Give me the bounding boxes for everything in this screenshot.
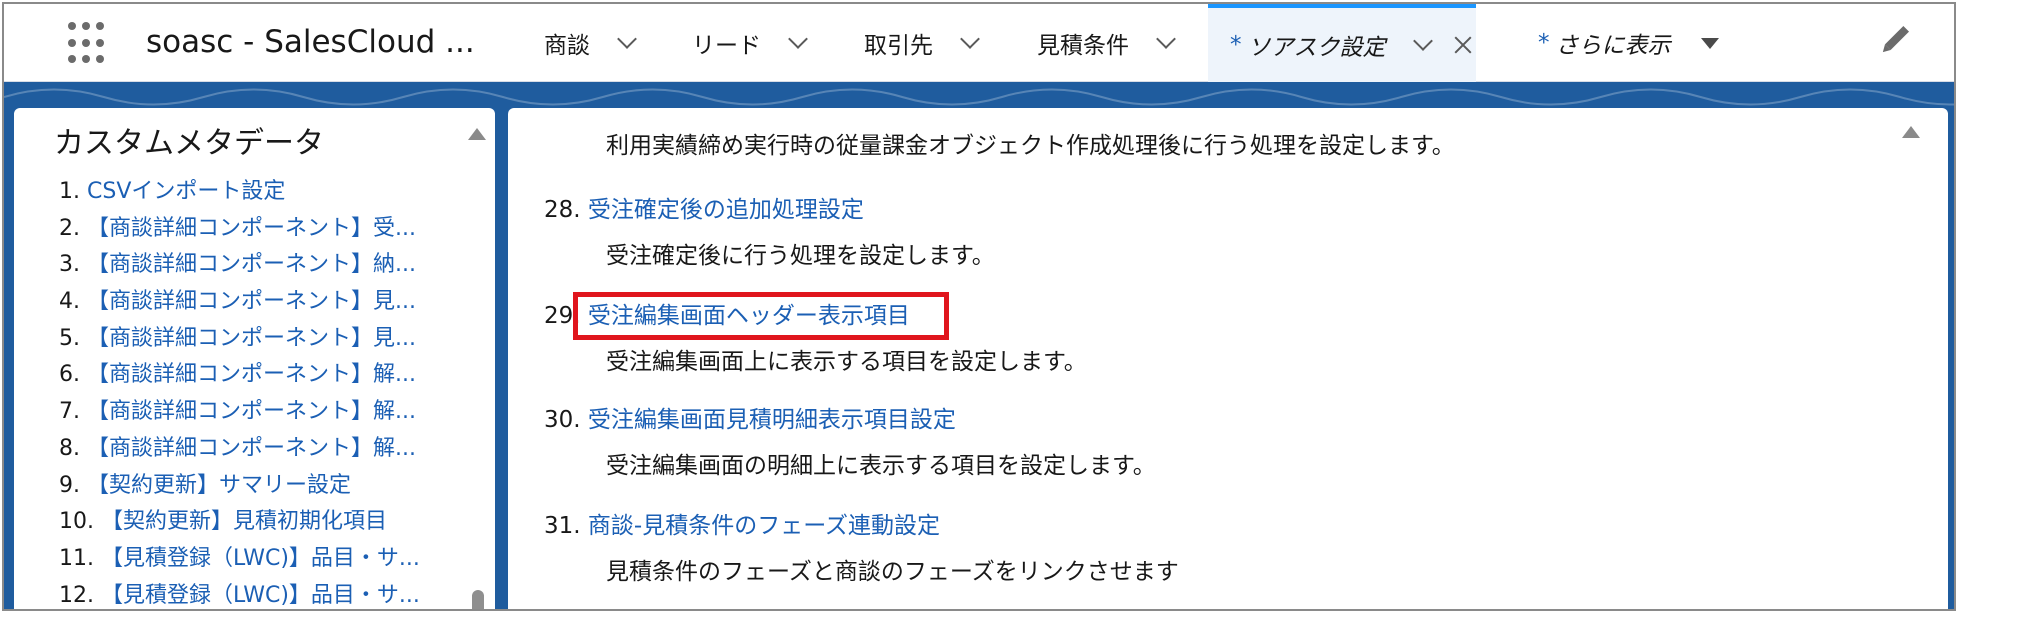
tab-lead[interactable]: リード xyxy=(692,4,808,82)
item-link[interactable]: 【商談詳細コンポーネント】解... xyxy=(87,362,416,387)
list-item[interactable]: 4. 【商談詳細コンポーネント】見... xyxy=(59,284,420,321)
item-description: 見積条件のフェーズと商談のフェーズをリンクさせます xyxy=(606,559,1179,585)
app-window: soasc - SalesCloud ... 商談 リード 取引先 見積条件 *… xyxy=(2,2,1956,611)
item-link[interactable]: 商談-見積条件のフェーズ連動設定 xyxy=(588,513,940,539)
chevron-down-icon[interactable] xyxy=(1156,29,1176,49)
chevron-down-icon[interactable] xyxy=(617,29,637,49)
more-marker: * xyxy=(1538,30,1550,56)
item-number: 6. xyxy=(59,362,80,388)
list-item[interactable]: 10. 【契約更新】見積初期化項目 xyxy=(59,504,420,541)
scrollbar-thumb[interactable] xyxy=(472,590,484,609)
item-link[interactable]: 【商談詳細コンポーネント】納... xyxy=(87,252,416,277)
item-description: 受注確定後に行う処理を設定します。 xyxy=(606,243,995,269)
item-link[interactable]: 【見積登録（LWC)】品目・サ... xyxy=(101,546,420,571)
item-link[interactable]: 【商談詳細コンポーネント】見... xyxy=(87,326,416,351)
item-number: 12. xyxy=(59,582,94,608)
app-name: soasc - SalesCloud ... xyxy=(146,24,475,60)
tab-label: 商談 xyxy=(544,33,590,59)
list-item[interactable]: 5. 【商談詳細コンポーネント】見... xyxy=(59,321,420,358)
pencil-icon[interactable] xyxy=(1884,25,1910,51)
tab-label: 取引先 xyxy=(864,33,933,59)
list-item[interactable]: 2. 【商談詳細コンポーネント】受... xyxy=(59,211,420,248)
list-item[interactable]: 7. 【商談詳細コンポーネント】解... xyxy=(59,394,420,431)
settings-content-panel: 利用実績締め実行時の従量課金オブジェクト作成処理後に行う処理を設定します。 28… xyxy=(508,108,1948,609)
item-description: 利用実績締め実行時の従量課金オブジェクト作成処理後に行う処理を設定します。 xyxy=(606,133,1455,159)
item-link[interactable]: 【商談詳細コンポーネント】受... xyxy=(87,216,416,241)
list-item[interactable]: 8. 【商談詳細コンポーネント】解... xyxy=(59,431,420,468)
item-number: 5. xyxy=(59,325,80,351)
tab-quote-conditions[interactable]: 見積条件 xyxy=(1037,4,1176,82)
item-link[interactable]: 【契約更新】見積初期化項目 xyxy=(101,509,387,534)
list-item: 31. 商談-見積条件のフェーズ連動設定 見積条件のフェーズと商談のフェーズをリ… xyxy=(544,506,1179,586)
chevron-down-icon[interactable] xyxy=(960,29,980,49)
tab-opportunity[interactable]: 商談 xyxy=(544,4,637,82)
item-number: 9. xyxy=(59,472,80,498)
close-icon[interactable] xyxy=(1452,34,1474,56)
tab-label: リード xyxy=(692,33,761,59)
tab-label: ソアスク設定 xyxy=(1247,35,1386,61)
item-number: 1. xyxy=(59,179,80,204)
highlight-annotation xyxy=(573,292,949,340)
item-description: 受注編集画面上に表示する項目を設定します。 xyxy=(606,349,1087,375)
item-description: 受注編集画面の明細上に表示する項目を設定します。 xyxy=(606,453,1156,479)
list-item[interactable]: 11. 【見積登録（LWC)】品目・サ... xyxy=(59,541,420,578)
list-item[interactable]: 1. CSVインポート設定 xyxy=(59,174,420,211)
tab-account[interactable]: 取引先 xyxy=(864,4,980,82)
item-link[interactable]: 【見積登録（LWC)】品目・サ... xyxy=(101,583,420,608)
scroll-up-icon[interactable] xyxy=(468,128,486,140)
item-link[interactable]: 【商談詳細コンポーネント】解... xyxy=(87,399,416,424)
item-number: 11. xyxy=(59,545,94,571)
list-item[interactable]: 9. 【契約更新】サマリー設定 xyxy=(59,468,420,505)
tab-soasc-settings[interactable]: * ソアスク設定 xyxy=(1208,4,1476,82)
list-item[interactable]: 3. 【商談詳細コンポーネント】納... xyxy=(59,247,420,284)
item-number: 8. xyxy=(59,435,80,461)
item-number: 10. xyxy=(59,509,94,535)
item-number: 30. xyxy=(544,407,581,433)
tab-more[interactable]: * さらに表示 xyxy=(1538,4,1719,82)
item-link[interactable]: 【商談詳細コンポーネント】解... xyxy=(87,436,416,461)
list-item: 30. 受注編集画面見積明細表示項目設定 受注編集画面の明細上に表示する項目を設… xyxy=(544,400,1156,480)
list-item[interactable]: 6. 【商談詳細コンポーネント】解... xyxy=(59,357,420,394)
unsaved-marker: * xyxy=(1230,32,1242,58)
app-launcher-icon[interactable] xyxy=(68,22,112,66)
list-item[interactable]: 12. 【見積登録（LWC)】品目・サ... xyxy=(59,578,420,609)
tab-more-label: さらに表示 xyxy=(1555,33,1671,59)
item-number: 2. xyxy=(59,215,80,241)
tab-label: 見積条件 xyxy=(1037,33,1129,59)
item-number: 4. xyxy=(59,289,80,315)
item-number: 3. xyxy=(59,252,80,278)
item-link[interactable]: 受注編集画面見積明細表示項目設定 xyxy=(588,407,956,433)
list-item: 28. 受注確定後の追加処理設定 受注確定後に行う処理を設定します。 xyxy=(544,190,995,270)
item-link[interactable]: 【商談詳細コンポーネント】見... xyxy=(87,289,416,314)
chevron-down-icon[interactable] xyxy=(788,29,808,49)
scroll-up-icon[interactable] xyxy=(1902,126,1920,138)
item-link[interactable]: 【契約更新】サマリー設定 xyxy=(87,473,351,498)
caret-down-icon[interactable] xyxy=(1700,37,1719,49)
item-link[interactable]: 受注確定後の追加処理設定 xyxy=(588,197,864,223)
item-number: 31. xyxy=(544,513,581,539)
item-number: 7. xyxy=(59,399,80,425)
item-number: 28. xyxy=(544,197,581,223)
custom-metadata-panel: カスタムメタデータ 1. CSVインポート設定 2. 【商談詳細コンポーネント】… xyxy=(14,108,495,609)
top-navigation-bar: soasc - SalesCloud ... 商談 リード 取引先 見積条件 *… xyxy=(4,4,1954,82)
chevron-down-icon[interactable] xyxy=(1412,31,1433,51)
item-link[interactable]: CSVインポート設定 xyxy=(87,179,285,204)
metadata-list: 1. CSVインポート設定 2. 【商談詳細コンポーネント】受... 3. 【商… xyxy=(59,174,420,609)
panel-title: カスタムメタデータ xyxy=(54,126,324,161)
